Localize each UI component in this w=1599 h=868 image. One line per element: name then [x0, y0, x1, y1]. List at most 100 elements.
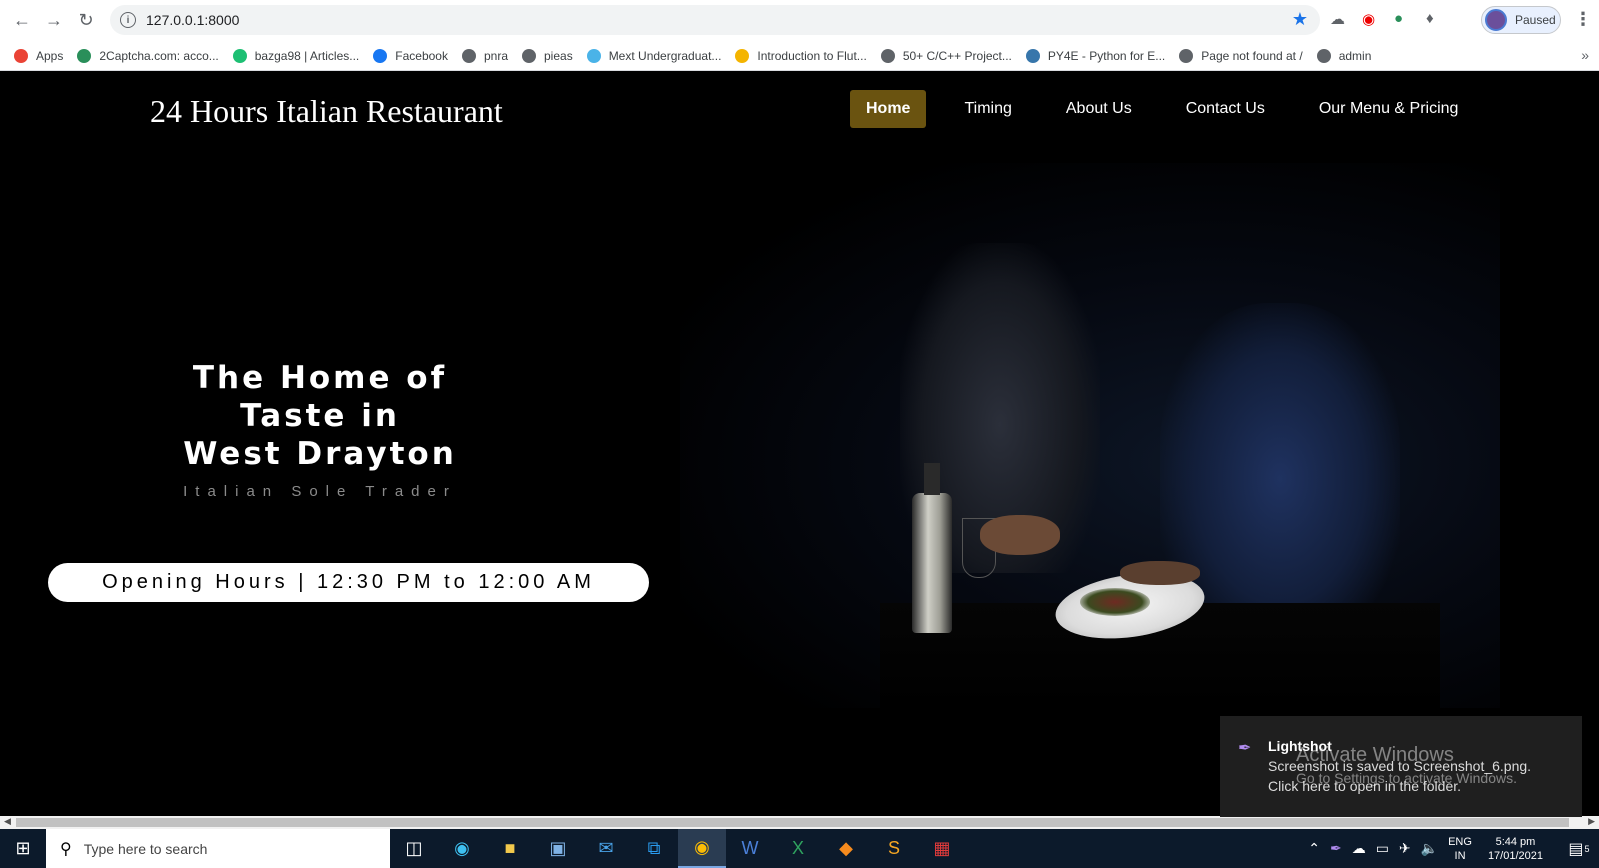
- language-indicator[interactable]: ENG IN: [1448, 835, 1472, 863]
- site-nav: Home Timing About Us Contact Us Our Menu & P…: [850, 90, 1496, 128]
- hero-photo-hands: [980, 515, 1060, 555]
- site-info-icon[interactable]: i: [120, 12, 136, 28]
- extensions-puzzle-icon[interactable]: ♦: [1426, 10, 1434, 27]
- nav-link-home[interactable]: Home: [850, 90, 927, 128]
- lightshot-tray-icon[interactable]: ✒: [1330, 840, 1342, 857]
- bookmark-label: Mext Undergraduat...: [608, 48, 722, 63]
- bookmark-label: admin: [1338, 48, 1372, 63]
- app-colorful-icon[interactable]: ▦: [918, 829, 966, 868]
- bookmark-label: Introduction to Flut...: [757, 48, 867, 63]
- address-bar[interactable]: i 127.0.0.1:8000 ★: [110, 5, 1320, 35]
- bookmark-label: Facebook: [395, 48, 448, 63]
- reload-icon[interactable]: ↻: [70, 5, 102, 37]
- bookmark-item[interactable]: Introduction to Flut...: [735, 48, 867, 63]
- nav-link-timing[interactable]: Timing: [948, 90, 1027, 128]
- bookmark-item[interactable]: 2Captcha.com: acco...: [77, 48, 219, 63]
- facebook-icon: [373, 48, 388, 63]
- windows-taskbar: ⊞ ⚲ Type here to search ◫ ◉ ■ ▣ ✉ ⧉ ◉ W …: [0, 829, 1599, 868]
- edge-icon[interactable]: ◉: [438, 829, 486, 868]
- mail-icon[interactable]: ✉: [582, 829, 630, 868]
- onedrive-icon[interactable]: ☁: [1352, 840, 1366, 857]
- address-url[interactable]: 127.0.0.1:8000: [146, 12, 239, 28]
- show-hidden-icons[interactable]: ⌃: [1308, 840, 1320, 857]
- bookmark-star-icon[interactable]: ★: [1292, 9, 1308, 30]
- windows-start-icon[interactable]: ⊞: [0, 829, 46, 868]
- profile-button[interactable]: Paused: [1481, 6, 1561, 34]
- globe-icon: [880, 48, 895, 63]
- hero-text: The Home of Taste in West Drayton Italia…: [150, 359, 490, 500]
- clock[interactable]: 5:44 pm 17/01/2021: [1488, 835, 1543, 863]
- extension-globe-icon[interactable]: ●: [1394, 10, 1403, 27]
- site-brand[interactable]: 24 Hours Italian Restaurant: [150, 93, 503, 130]
- hero-photo-bottle: [912, 463, 952, 633]
- bookmark-label: 2Captcha.com: acco...: [99, 48, 219, 63]
- bookmark-item[interactable]: admin: [1316, 48, 1372, 63]
- notification-count: 5: [1584, 843, 1590, 854]
- airplane-icon[interactable]: ✈: [1399, 840, 1411, 857]
- activate-windows-hint: Go to Settings to activate Windows.: [1296, 770, 1517, 786]
- system-tray: ⌃ ✒ ☁ ▭ ✈ 🔈 ENG IN 5:44 pm 17/01/2021 ▤ 5: [1308, 829, 1599, 868]
- action-center-icon[interactable]: ▤ 5: [1559, 829, 1599, 868]
- app-orange-icon[interactable]: ◆: [822, 829, 870, 868]
- region-code: IN: [1454, 849, 1466, 862]
- bookmark-item[interactable]: PY4E - Python for E...: [1025, 48, 1166, 63]
- store-icon[interactable]: ▣: [534, 829, 582, 868]
- bookmark-label: pieas: [544, 48, 573, 63]
- volume-icon[interactable]: 🔈: [1421, 840, 1438, 857]
- excel-icon[interactable]: X: [774, 829, 822, 868]
- python-icon: [1025, 48, 1040, 63]
- file-explorer-icon[interactable]: ■: [486, 829, 534, 868]
- profile-status: Paused: [1515, 13, 1556, 27]
- horizontal-scrollbar[interactable]: ◀ ▶: [0, 816, 1599, 829]
- nav-link-our-menu-pricing[interactable]: Our Menu & Pricing: [1303, 90, 1475, 128]
- web-page: 24 Hours Italian Restaurant Home Timing Ab…: [0, 71, 1599, 816]
- bookmark-item[interactable]: bazga98 | Articles...: [232, 48, 359, 63]
- hero-title-line: Taste in: [240, 398, 400, 434]
- dots-icon: [586, 48, 601, 63]
- taskbar-search[interactable]: ⚲ Type here to search: [46, 829, 390, 868]
- globe-icon: [461, 48, 476, 63]
- bookmark-item[interactable]: Page not found at /: [1179, 48, 1303, 63]
- scroll-left-icon[interactable]: ◀: [4, 816, 11, 827]
- globe-icon: [522, 48, 536, 63]
- bookmark-item[interactable]: Facebook: [373, 48, 448, 63]
- hero-photo: [680, 163, 1500, 708]
- hero-title: The Home of Taste in West Drayton: [150, 359, 490, 473]
- bookmark-label: PY4E - Python for E...: [1047, 48, 1166, 63]
- extension-opera-icon[interactable]: ◉: [1362, 10, 1375, 28]
- task-view-icon[interactable]: ◫: [390, 829, 438, 868]
- activate-windows-title: Activate Windows: [1296, 744, 1454, 766]
- extension-cloud-icon[interactable]: ☁: [1330, 10, 1345, 28]
- lock-icon: [735, 48, 750, 63]
- nav-link-about-us[interactable]: About Us: [1050, 90, 1148, 128]
- clock-time: 5:44 pm: [1495, 835, 1536, 848]
- more-bookmarks-icon[interactable]: »: [1581, 47, 1589, 63]
- back-arrow-icon[interactable]: ←: [6, 5, 38, 37]
- scroll-right-icon[interactable]: ▶: [1588, 816, 1595, 827]
- bookmark-item[interactable]: pnra: [461, 48, 508, 63]
- sublime-icon[interactable]: S: [870, 829, 918, 868]
- hero-photo-hand: [1120, 561, 1200, 585]
- scrollbar-thumb[interactable]: [16, 818, 1569, 827]
- globe-icon: [1316, 48, 1331, 63]
- bookmark-label: 50+ C/C++ Project...: [902, 48, 1012, 63]
- bookmark-item[interactable]: Mext Undergraduat...: [586, 48, 722, 63]
- fiverr-icon: [232, 48, 247, 63]
- bookmark-item[interactable]: pieas: [522, 48, 573, 63]
- avatar: [1485, 9, 1507, 31]
- bookmarks-bar: Apps 2Captcha.com: acco... bazga98 | Artic…: [0, 41, 1599, 71]
- captcha-icon: [77, 48, 92, 63]
- forward-arrow-icon[interactable]: →: [38, 5, 70, 37]
- nav-link-contact-us[interactable]: Contact Us: [1170, 90, 1281, 128]
- bookmark-item[interactable]: 50+ C/C++ Project...: [880, 48, 1012, 63]
- chrome-icon[interactable]: ◉: [678, 829, 726, 868]
- more-menu-icon[interactable]: ⋮: [1574, 9, 1592, 30]
- bookmark-item[interactable]: Apps: [14, 48, 63, 63]
- bookmark-label: Page not found at /: [1201, 48, 1303, 63]
- word-icon[interactable]: W: [726, 829, 774, 868]
- apps-grid-icon: [14, 48, 28, 63]
- battery-icon[interactable]: ▭: [1376, 840, 1389, 857]
- hero-photo-food: [1080, 588, 1150, 616]
- vscode-icon[interactable]: ⧉: [630, 829, 678, 868]
- bookmark-label: pnra: [483, 48, 508, 63]
